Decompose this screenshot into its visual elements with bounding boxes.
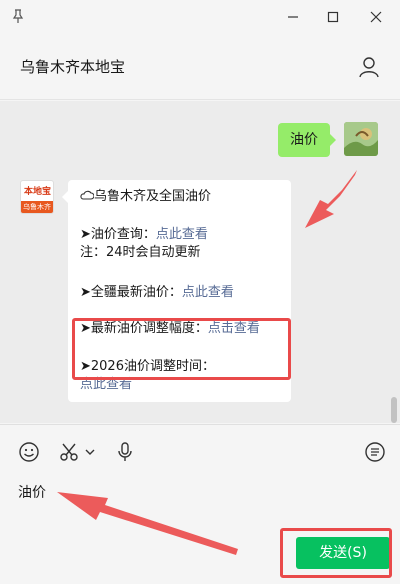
my-avatar[interactable] — [344, 122, 378, 156]
sender-avatar[interactable]: 本地宝 乌鲁木齐 — [20, 180, 54, 214]
oil-price-query-line: ➤油价查询：点此查看 — [80, 226, 208, 244]
chevron-down-icon[interactable] — [84, 441, 96, 463]
xinjiang-price-link[interactable]: 点此查看 — [182, 285, 234, 300]
microphone-icon[interactable] — [114, 441, 136, 463]
emoji-icon[interactable] — [18, 441, 40, 463]
maximize-button[interactable] — [322, 6, 344, 28]
profile-icon[interactable] — [358, 56, 380, 78]
message-list[interactable]: 油价 本地宝 乌鲁木齐 乌鲁木齐及全国油价 ➤油价查询：点此查看 注：24时会自… — [0, 101, 400, 423]
message-input[interactable]: 油价 — [18, 482, 46, 502]
heading-text: 乌鲁木齐及全国油价 — [94, 189, 212, 204]
avatar-image-icon — [344, 122, 378, 156]
line1-label: ➤油价查询： — [80, 227, 156, 242]
input-toolbar — [0, 424, 400, 474]
line2-label: ➤全疆最新油价： — [80, 285, 182, 300]
line3-label: ➤最新油价调整幅度： — [80, 321, 208, 336]
scissors-icon[interactable] — [58, 441, 80, 463]
scrollbar-thumb[interactable] — [391, 397, 397, 423]
cloud-icon — [80, 190, 95, 200]
minimize-icon — [288, 16, 298, 18]
close-icon — [370, 11, 382, 23]
chat-history-icon[interactable] — [364, 441, 386, 463]
adjustment-range-link[interactable]: 点击查看 — [208, 321, 260, 336]
chat-header: 乌鲁木齐本地宝 — [0, 34, 400, 100]
window-titlebar — [0, 0, 400, 34]
pin-icon[interactable] — [10, 8, 26, 24]
maximize-icon — [327, 11, 339, 23]
logo-bottom-text: 乌鲁木齐 — [21, 201, 53, 213]
minimize-button[interactable] — [282, 6, 304, 28]
adjustment-range-line: ➤最新油价调整幅度：点击查看 — [80, 320, 260, 338]
adjustment-time-link[interactable]: 点此查看 — [80, 376, 132, 394]
sent-message-bubble[interactable]: 油价 — [278, 123, 336, 157]
chat-title: 乌鲁木齐本地宝 — [20, 58, 126, 76]
xinjiang-price-line: ➤全疆最新油价：点此查看 — [80, 284, 234, 302]
update-note: 注：24时会自动更新 — [80, 245, 201, 260]
close-button[interactable] — [365, 6, 387, 28]
oil-price-query-link[interactable]: 点此查看 — [156, 227, 208, 242]
send-button[interactable]: 发送(S) — [296, 537, 390, 569]
logo-top-text: 本地宝 — [24, 187, 52, 197]
adjustment-time-label: ➤2026油价调整时间： — [80, 359, 215, 374]
message-heading: 乌鲁木齐及全国油价 — [80, 188, 211, 206]
received-message-bubble: 乌鲁木齐及全国油价 ➤油价查询：点此查看 注：24时会自动更新 ➤全疆最新油价：… — [62, 180, 291, 402]
